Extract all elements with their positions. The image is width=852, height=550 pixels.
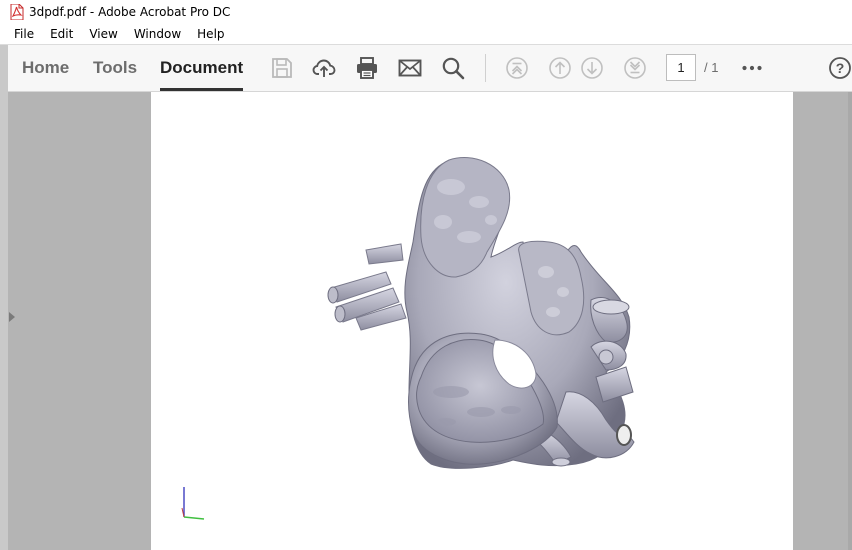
vertical-scrollbar[interactable] — [848, 92, 852, 550]
menu-edit[interactable]: Edit — [42, 27, 81, 41]
upload-cloud-icon[interactable] — [312, 56, 336, 80]
last-page-icon[interactable] — [623, 56, 647, 80]
email-icon[interactable] — [398, 56, 422, 80]
print-icon[interactable] — [355, 56, 379, 80]
pdf-page[interactable] — [151, 92, 793, 550]
pdf-icon — [10, 3, 24, 20]
3d-heart-model[interactable] — [151, 92, 793, 550]
svg-text:?: ? — [836, 60, 845, 76]
menu-view[interactable]: View — [81, 27, 125, 41]
more-options-icon[interactable] — [740, 56, 764, 80]
menu-bar: File Edit View Window Help — [0, 23, 852, 45]
toolbar: Home Tools Document 1 / 1 ? — [8, 45, 852, 92]
menu-help[interactable]: Help — [189, 27, 232, 41]
tab-tools[interactable]: Tools — [93, 45, 137, 91]
page-number-input[interactable]: 1 — [666, 54, 696, 81]
next-page-icon[interactable] — [580, 56, 604, 80]
help-icon[interactable]: ? — [828, 56, 852, 80]
first-page-icon[interactable] — [505, 56, 529, 80]
tab-home[interactable]: Home — [22, 45, 69, 91]
tab-document[interactable]: Document — [160, 45, 244, 91]
menu-file[interactable]: File — [0, 27, 42, 41]
left-pane — [0, 45, 8, 550]
expand-left-pane-icon[interactable] — [9, 312, 15, 322]
search-icon[interactable] — [441, 56, 465, 80]
xyz-axes-icon — [181, 487, 205, 520]
title-bar: 3dpdf.pdf - Adobe Acrobat Pro DC — [0, 0, 852, 24]
previous-page-icon[interactable] — [548, 56, 572, 80]
window-title: 3dpdf.pdf - Adobe Acrobat Pro DC — [29, 4, 231, 19]
menu-window[interactable]: Window — [126, 27, 189, 41]
page-total-label: / 1 — [704, 60, 719, 75]
toolbar-separator — [485, 54, 486, 82]
save-icon[interactable] — [270, 56, 294, 80]
left-vessels — [327, 243, 407, 331]
